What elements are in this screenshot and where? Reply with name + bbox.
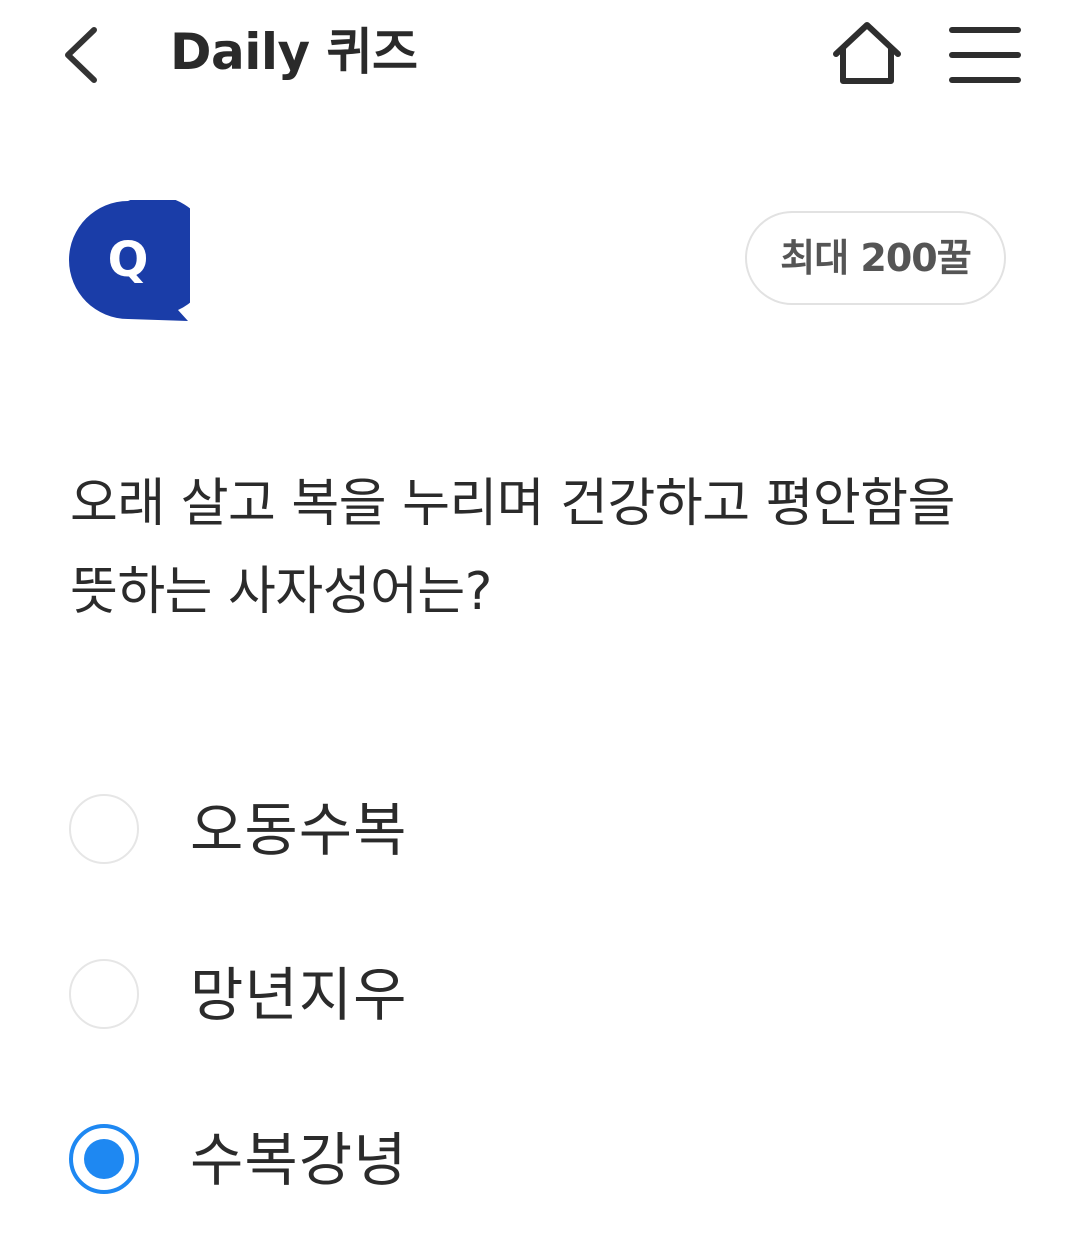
- menu-button[interactable]: [946, 22, 1024, 88]
- home-icon: [833, 22, 901, 84]
- question-text: 오래 살고 복을 누리며 건강하고 평안함을 뜻하는 사자성어는?: [70, 474, 955, 622]
- app-header: Daily 퀴즈: [0, 0, 1080, 110]
- answer-option-label: 수복강녕: [190, 1126, 408, 1194]
- answer-option-label: 오동수복: [190, 796, 408, 864]
- radio-selected-dot: [84, 1139, 124, 1179]
- reward-badge: 최대 200꿀: [745, 211, 1006, 305]
- answer-option-label: 망년지우: [190, 961, 408, 1029]
- home-button[interactable]: [828, 18, 906, 90]
- radio-button-selected[interactable]: [69, 1124, 139, 1194]
- radio-button[interactable]: [69, 794, 139, 864]
- hamburger-menu-icon: [949, 27, 1021, 83]
- back-button[interactable]: [52, 20, 116, 90]
- chevron-left-icon: [65, 27, 97, 83]
- radio-button[interactable]: [69, 959, 139, 1029]
- question-badge: Q: [68, 195, 213, 322]
- question-badge-letter: Q: [107, 232, 149, 288]
- answer-option-2[interactable]: 망년지우: [66, 955, 1010, 1035]
- answer-option-1[interactable]: 오동수복: [66, 790, 1010, 870]
- page-title: Daily 퀴즈: [170, 23, 418, 81]
- answer-option-3[interactable]: 수복강녕: [66, 1120, 1010, 1200]
